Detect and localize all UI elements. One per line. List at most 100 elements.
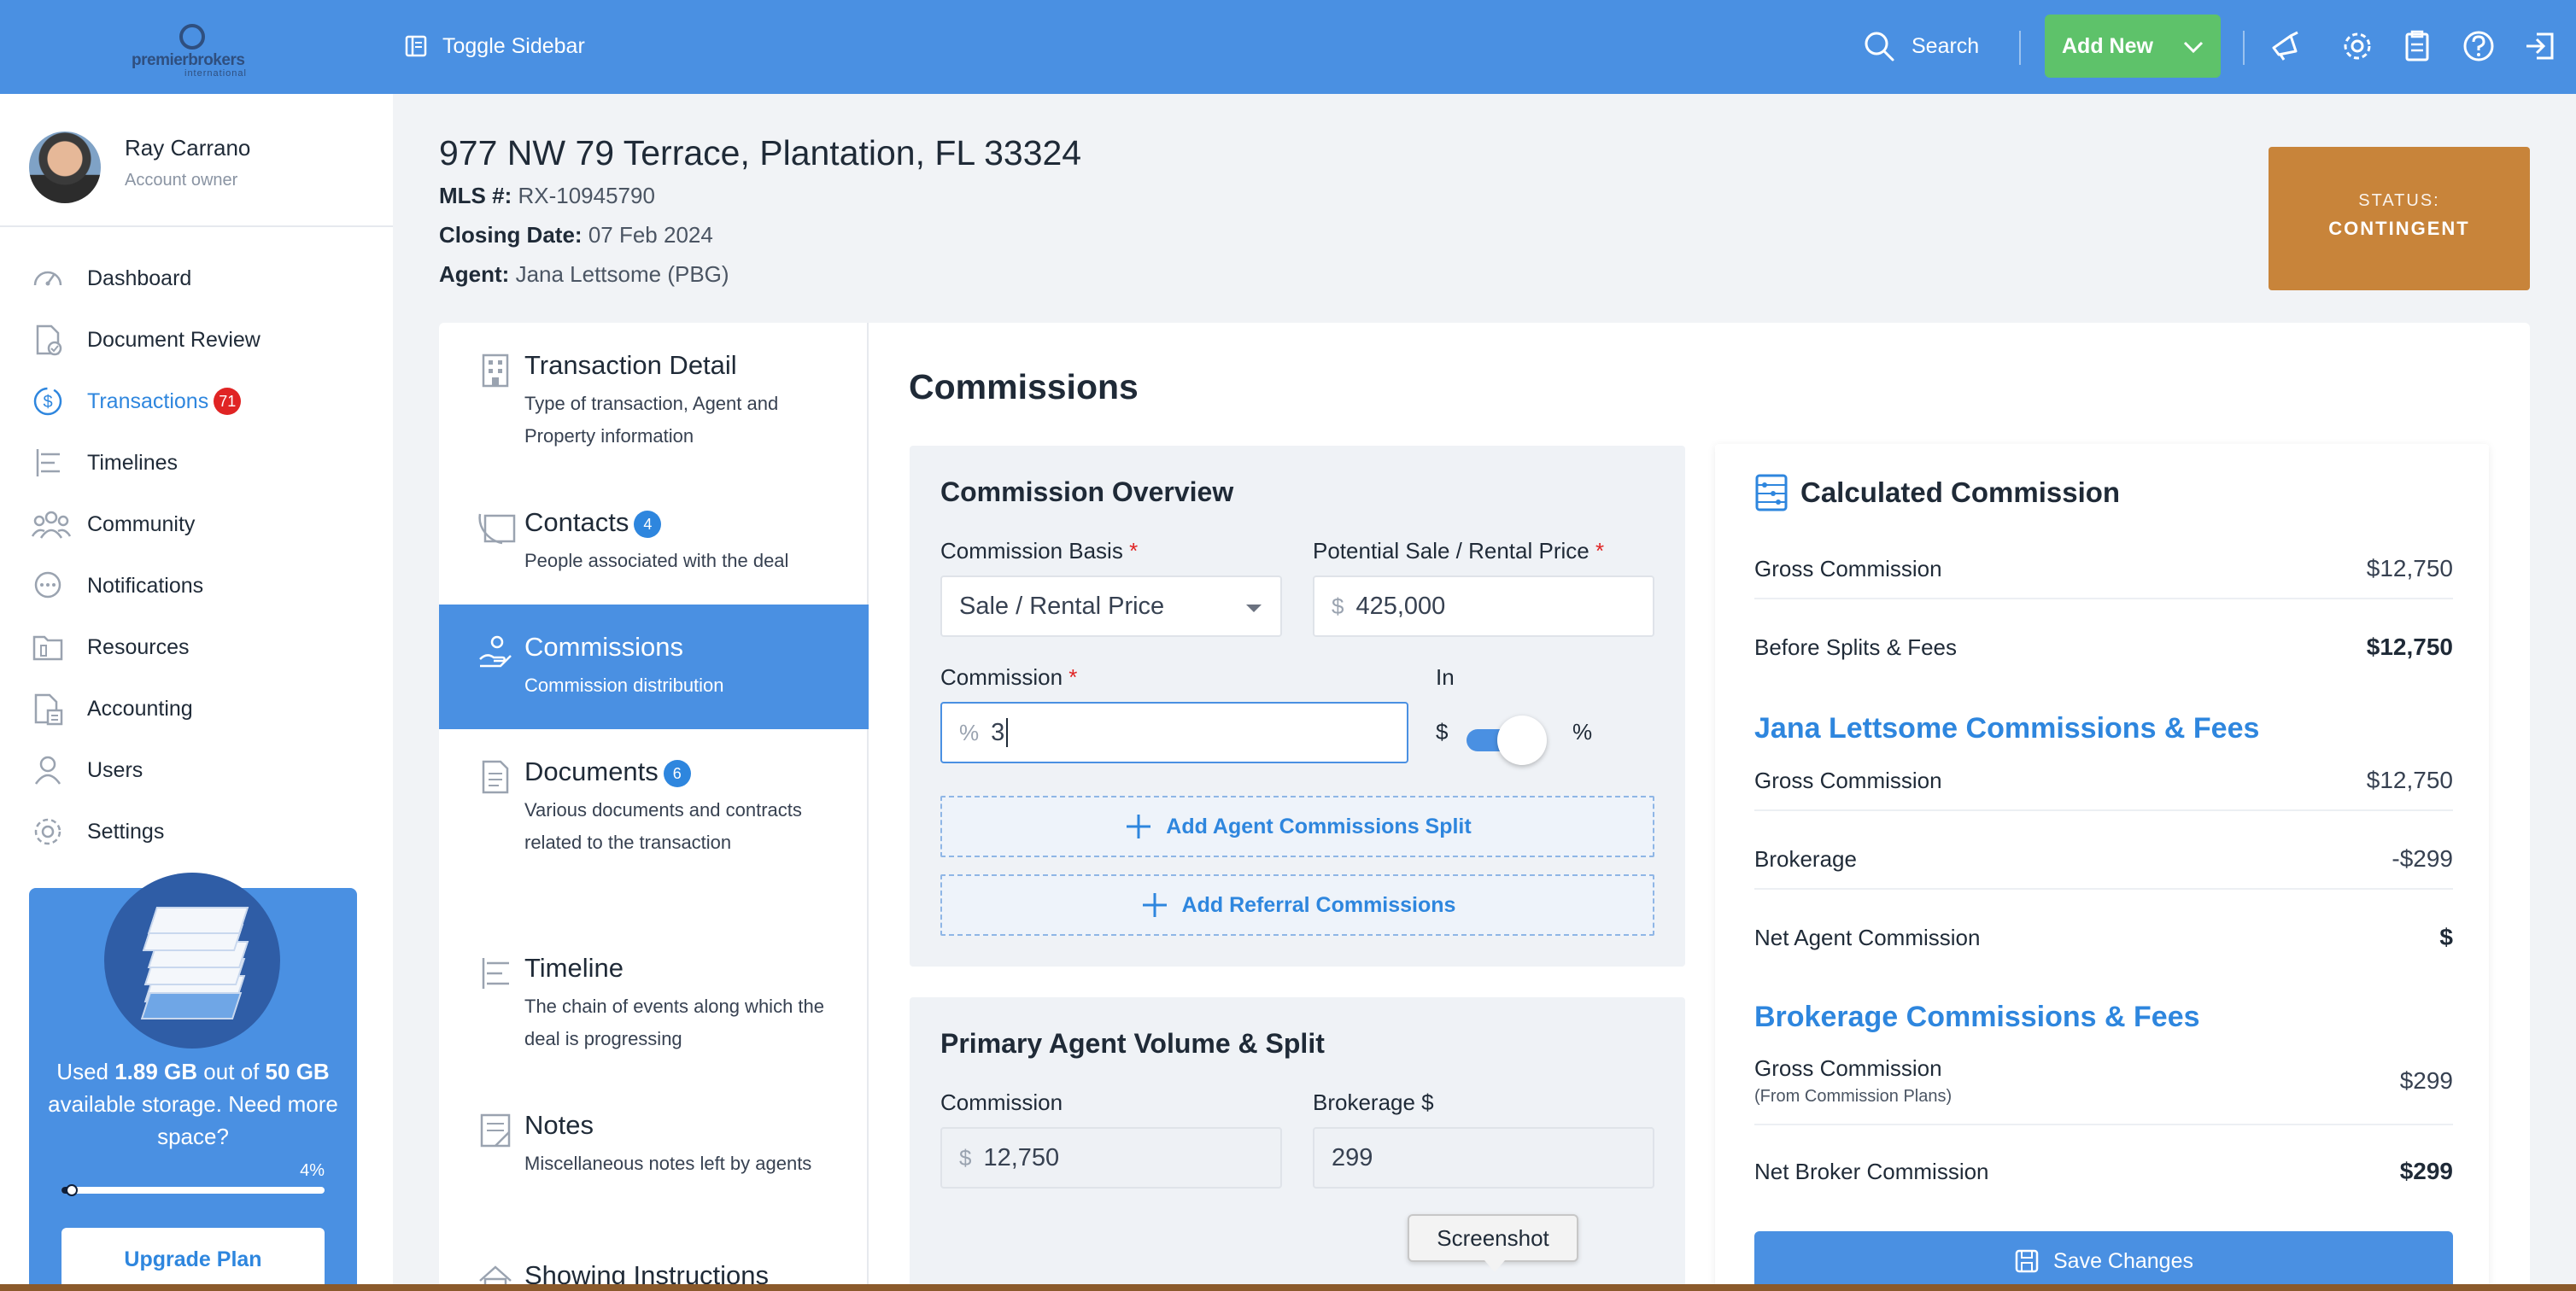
broker-net-row: Net Broker Commission $299 xyxy=(1754,1158,2453,1184)
documents-count-badge: 6 xyxy=(663,759,691,787)
sidebar-item-users[interactable]: Users xyxy=(0,739,393,801)
dollar-prefix: $ xyxy=(959,1144,972,1171)
step-commissions[interactable]: Commissions Commission distribution xyxy=(439,605,869,729)
sidebar-item-community[interactable]: Community xyxy=(0,494,393,555)
sidebar-item-label: Transactions xyxy=(87,388,209,413)
step-description: People associated with the deal xyxy=(524,550,789,571)
help-icon xyxy=(2463,31,2494,61)
step-contacts[interactable]: Contacts 4 People associated with the dea… xyxy=(439,480,869,608)
clipboard-icon xyxy=(2405,30,2429,61)
search-label: Search xyxy=(1912,33,1980,58)
sidebar-nav: Dashboard Document Review $ Transactions… xyxy=(0,248,393,862)
user-name: Ray Carrano xyxy=(125,135,251,161)
step-transaction-detail[interactable]: Transaction Detail Type of transaction, … xyxy=(439,323,869,468)
broker-gross-note: (From Commission Plans) xyxy=(1754,1087,1952,1106)
logo-wordmark: premierbrokers xyxy=(132,51,245,69)
step-title: Documents 6 xyxy=(524,756,691,787)
sidebar-item-notifications[interactable]: Notifications xyxy=(0,555,393,616)
commission-basis-value: Sale / Rental Price xyxy=(959,592,1165,620)
add-referral-label: Add Referral Commissions xyxy=(1181,892,1456,917)
step-notes[interactable]: Notes Miscellaneous notes left by agents xyxy=(439,1083,869,1228)
calc-gross-row: Gross Commission $12,750 xyxy=(1754,555,2453,581)
save-changes-button[interactable]: Save Changes xyxy=(1754,1231,2453,1291)
timeline-icon xyxy=(482,958,509,989)
status-label: STATUS: xyxy=(2358,191,2440,210)
unit-toggle-switch[interactable] xyxy=(1467,716,1547,765)
toggle-percent-label: % xyxy=(1572,719,1593,745)
sidebar-item-timelines[interactable]: Timelines xyxy=(0,432,393,494)
logo-subtitle: international xyxy=(184,68,247,79)
step-timeline[interactable]: Timeline The chain of events along which… xyxy=(439,926,869,1071)
add-new-button[interactable]: Add New xyxy=(2045,15,2221,78)
step-title: Contacts 4 xyxy=(524,507,662,538)
add-referral-button[interactable]: Add Referral Commissions xyxy=(940,874,1654,936)
sidebar-item-label: Community xyxy=(87,511,196,536)
sidebar-item-accounting[interactable]: Accounting xyxy=(0,678,393,739)
transaction-card: Transaction Detail Type of transaction, … xyxy=(439,323,2530,1291)
chat-icon xyxy=(34,571,61,599)
logout-button[interactable] xyxy=(2521,27,2559,65)
status-badge[interactable]: STATUS: CONTINGENT xyxy=(2269,147,2530,290)
sidebar-item-document-review[interactable]: Document Review xyxy=(0,309,393,371)
brand-logo[interactable]: premierbrokers international xyxy=(132,22,256,79)
announcements-button[interactable] xyxy=(2267,27,2304,65)
transaction-steps: Transaction Detail Type of transaction, … xyxy=(439,323,869,1291)
sidebar-item-dashboard[interactable]: Dashboard xyxy=(0,248,393,309)
user-profile[interactable]: Ray Carrano Account owner xyxy=(29,131,250,203)
commission-input[interactable]: % 3 xyxy=(940,702,1408,763)
toolbar-separator xyxy=(2019,31,2021,65)
primary-brokerage-input[interactable]: 299 xyxy=(1313,1127,1654,1189)
step-title: Timeline xyxy=(524,953,624,983)
transactions-count-badge: 71 xyxy=(214,388,242,415)
chevron-down-icon xyxy=(2183,41,2204,54)
potential-price-value: 425,000 xyxy=(1355,592,1446,620)
step-title: Commissions xyxy=(524,632,684,662)
primary-commission-input[interactable]: $ 12,750 xyxy=(940,1127,1282,1189)
step-description: Type of transaction, Agent and Property … xyxy=(524,393,779,447)
timeline-icon xyxy=(36,449,60,476)
sidebar-item-resources[interactable]: Resources xyxy=(0,616,393,678)
sidebar-toggle-icon xyxy=(405,35,427,57)
storage-widget: Used 1.89 GB out of 50 GB available stor… xyxy=(29,873,357,1291)
storage-illustration xyxy=(104,873,280,1049)
search-button[interactable]: Search xyxy=(1862,29,1979,63)
step-description: The chain of events along which the deal… xyxy=(524,996,825,1049)
logout-icon xyxy=(2526,32,2554,60)
dollar-cycle-icon: $ xyxy=(33,387,62,416)
storage-progress-bar xyxy=(61,1184,325,1196)
sidebar-item-transactions[interactable]: $ Transactions 71 xyxy=(0,371,393,432)
commission-label: Commission * xyxy=(940,664,1078,690)
storage-percent: 4% xyxy=(300,1161,325,1180)
storage-total: 50 GB xyxy=(265,1059,330,1084)
commission-basis-select[interactable]: Sale / Rental Price xyxy=(940,575,1282,637)
notes-icon xyxy=(480,1113,511,1148)
clipboard-button[interactable] xyxy=(2398,27,2436,65)
sidebar-item-label: Dashboard xyxy=(87,266,192,290)
sidebar-item-label: Users xyxy=(87,757,143,782)
gear-icon xyxy=(34,818,61,845)
gear-icon xyxy=(2344,32,2371,60)
step-showing-instructions[interactable]: Showing Instructions xyxy=(439,1240,869,1291)
agent-net-row: Net Agent Commission $ xyxy=(1754,924,2453,950)
potential-price-input[interactable]: $ 425,000 xyxy=(1313,575,1654,637)
toggle-sidebar-button[interactable]: Toggle Sidebar xyxy=(405,31,585,61)
toggle-thumb xyxy=(1497,716,1547,765)
plus-icon xyxy=(1127,815,1151,838)
add-agent-split-button[interactable]: Add Agent Commissions Split xyxy=(940,796,1654,857)
megaphone-icon xyxy=(2272,31,2298,61)
sidebar-item-settings[interactable]: Settings xyxy=(0,801,393,862)
settings-button[interactable] xyxy=(2339,27,2376,65)
panel-title: Commission Overview xyxy=(940,476,1234,507)
window-bottom-edge xyxy=(0,1284,2576,1291)
step-documents[interactable]: Documents 6 Various documents and contrac… xyxy=(439,729,869,914)
user-role: Account owner xyxy=(125,171,238,190)
upgrade-plan-button[interactable]: Upgrade Plan xyxy=(61,1228,325,1291)
help-button[interactable] xyxy=(2460,27,2497,65)
abacus-icon xyxy=(1755,474,1788,511)
commission-value: 3 xyxy=(991,718,1005,746)
hand-coins-icon xyxy=(479,635,512,668)
property-address: 977 NW 79 Terrace, Plantation, FL 33324 xyxy=(439,133,1082,172)
storage-used: 1.89 GB xyxy=(114,1059,198,1084)
primary-commission-label: Commission xyxy=(940,1089,1063,1115)
agent-brokerage-row: Brokerage -$299 xyxy=(1754,845,2453,872)
